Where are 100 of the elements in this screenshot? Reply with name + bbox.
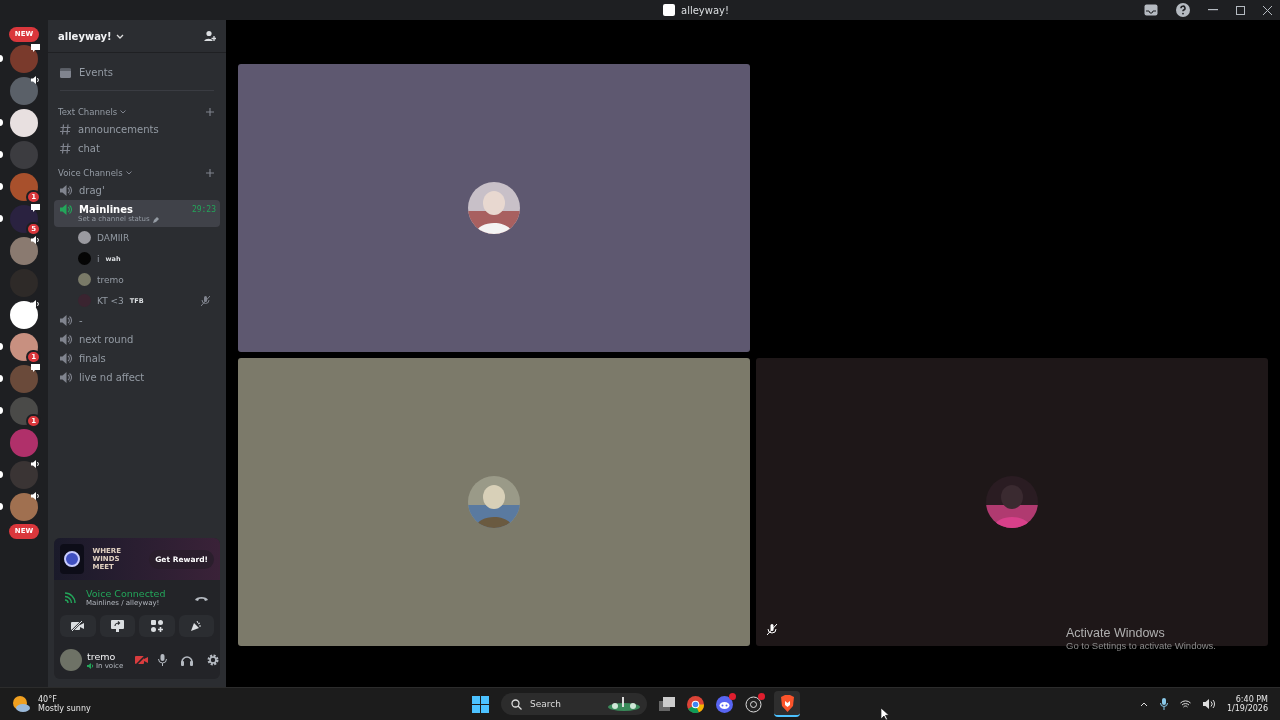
camera-off-button[interactable] <box>60 615 96 637</box>
pencil-icon[interactable] <box>152 215 160 223</box>
server-icon[interactable] <box>10 301 38 329</box>
inbox-icon[interactable] <box>1144 4 1158 16</box>
channel-item[interactable]: live nd affect <box>54 368 220 387</box>
user-avatar[interactable] <box>60 649 82 671</box>
app-icon <box>663 4 675 16</box>
chevron-icon[interactable] <box>115 33 124 39</box>
add-icon[interactable] <box>206 108 214 116</box>
username: tremo <box>87 650 117 662</box>
party-popper-icon <box>190 620 203 632</box>
camera-off-icon <box>135 654 150 666</box>
screen-share-button[interactable] <box>99 615 135 637</box>
member-avatar[interactable] <box>78 231 91 244</box>
category-label[interactable]: Voice Channels <box>58 168 123 178</box>
microphone-button[interactable] <box>156 652 170 668</box>
chevron-up-icon[interactable] <box>1139 701 1148 707</box>
activation-hint: Go to Settings to activate Windows. <box>1066 640 1216 651</box>
notification-dot <box>758 692 765 700</box>
member-name[interactable]: tremo <box>97 274 124 285</box>
chevron-icon <box>120 110 127 114</box>
category-label[interactable]: Text Channels <box>58 107 118 117</box>
search-icon <box>511 698 522 710</box>
channel-item[interactable]: - <box>54 311 220 330</box>
activities-icon <box>150 620 163 632</box>
speaker-icon <box>87 662 94 669</box>
camera-off-icon <box>71 620 85 632</box>
channel-name: live nd affect <box>79 372 145 383</box>
soundboard-button[interactable] <box>178 615 214 637</box>
wifi-icon[interactable] <box>1179 699 1191 709</box>
microphone-icon[interactable] <box>1159 698 1168 710</box>
server-icon[interactable] <box>10 461 38 489</box>
screen-share-icon <box>110 620 124 632</box>
voice-status: Voice Connected <box>86 588 166 599</box>
server-icon[interactable] <box>10 77 38 105</box>
member-avatar[interactable] <box>78 273 91 286</box>
signal-icon <box>64 591 76 604</box>
temperature: 40°F <box>38 695 58 704</box>
channel-item[interactable]: chat <box>54 139 220 158</box>
game-icon <box>60 544 85 574</box>
microphone-icon <box>158 654 168 666</box>
channel-name: next round <box>79 334 134 345</box>
video-tile[interactable] <box>238 358 750 646</box>
help-icon[interactable] <box>1176 3 1190 17</box>
channel-item[interactable]: announcements <box>54 120 220 139</box>
channel-item[interactable]: finals <box>54 349 220 368</box>
hash-icon <box>60 143 71 154</box>
disconnect-icon[interactable] <box>195 594 208 601</box>
start-icon[interactable] <box>472 695 489 713</box>
channel-name: Mainlines <box>79 204 133 215</box>
server-name[interactable]: alleyway! <box>58 30 112 42</box>
minimize-icon[interactable] <box>1208 9 1218 11</box>
clock-time[interactable]: 6:40 PM <box>1235 695 1268 704</box>
weather-icon[interactable] <box>12 696 30 712</box>
member-name[interactable]: DAMIIR <box>97 232 130 243</box>
browser-icon[interactable] <box>687 695 704 713</box>
events-link[interactable]: Events <box>79 67 113 78</box>
speaker-icon <box>60 185 72 196</box>
activation-title: Activate Windows <box>1066 626 1166 640</box>
server-icon[interactable] <box>10 109 38 137</box>
server-icon[interactable] <box>10 237 38 265</box>
speaker-icon <box>60 204 72 215</box>
server-icon[interactable] <box>10 493 38 521</box>
volume-icon[interactable] <box>1202 699 1215 709</box>
chevron-icon <box>125 171 132 175</box>
channel-item[interactable]: next round <box>54 330 220 349</box>
close-icon[interactable] <box>1263 5 1272 15</box>
speaker-icon <box>60 372 72 383</box>
search-field[interactable]: Search <box>501 693 647 715</box>
add-person-icon[interactable] <box>204 30 216 42</box>
server-icon[interactable] <box>10 365 38 393</box>
calendar-icon <box>60 67 71 78</box>
speaker-icon <box>60 334 72 345</box>
activities-button[interactable] <box>139 615 175 637</box>
call-timer: 29:23 <box>191 205 216 214</box>
speaker-icon <box>60 353 72 364</box>
clock-date[interactable]: 1/19/2026 <box>1226 704 1268 713</box>
server-icon[interactable] <box>10 45 38 73</box>
maximize-icon[interactable] <box>1236 5 1245 15</box>
chat-app-icon[interactable] <box>716 695 733 713</box>
weather-condition: Mostly sunny <box>38 704 91 713</box>
speaker-icon <box>60 315 72 326</box>
channel-name: drag' <box>79 185 105 196</box>
recorder-icon[interactable] <box>745 695 762 713</box>
member-name[interactable]: KT <3 <box>97 295 124 306</box>
member-name[interactable]: i <box>97 253 100 264</box>
task-view-icon[interactable] <box>659 697 675 711</box>
settings-icon <box>207 654 220 666</box>
channel-name: announcements <box>78 124 159 135</box>
window-title: alleyway! <box>681 4 729 16</box>
add-icon[interactable] <box>206 169 214 177</box>
browser-button[interactable] <box>774 691 800 717</box>
channel-name: finals <box>79 353 106 364</box>
notification-dot <box>729 692 736 700</box>
hash-icon <box>60 124 71 135</box>
channel-name: - <box>79 315 83 326</box>
channel-item[interactable]: drag' <box>54 181 220 200</box>
channel-name: chat <box>78 143 100 154</box>
video-tile[interactable] <box>238 64 750 352</box>
search-highlight-icon <box>607 697 641 711</box>
